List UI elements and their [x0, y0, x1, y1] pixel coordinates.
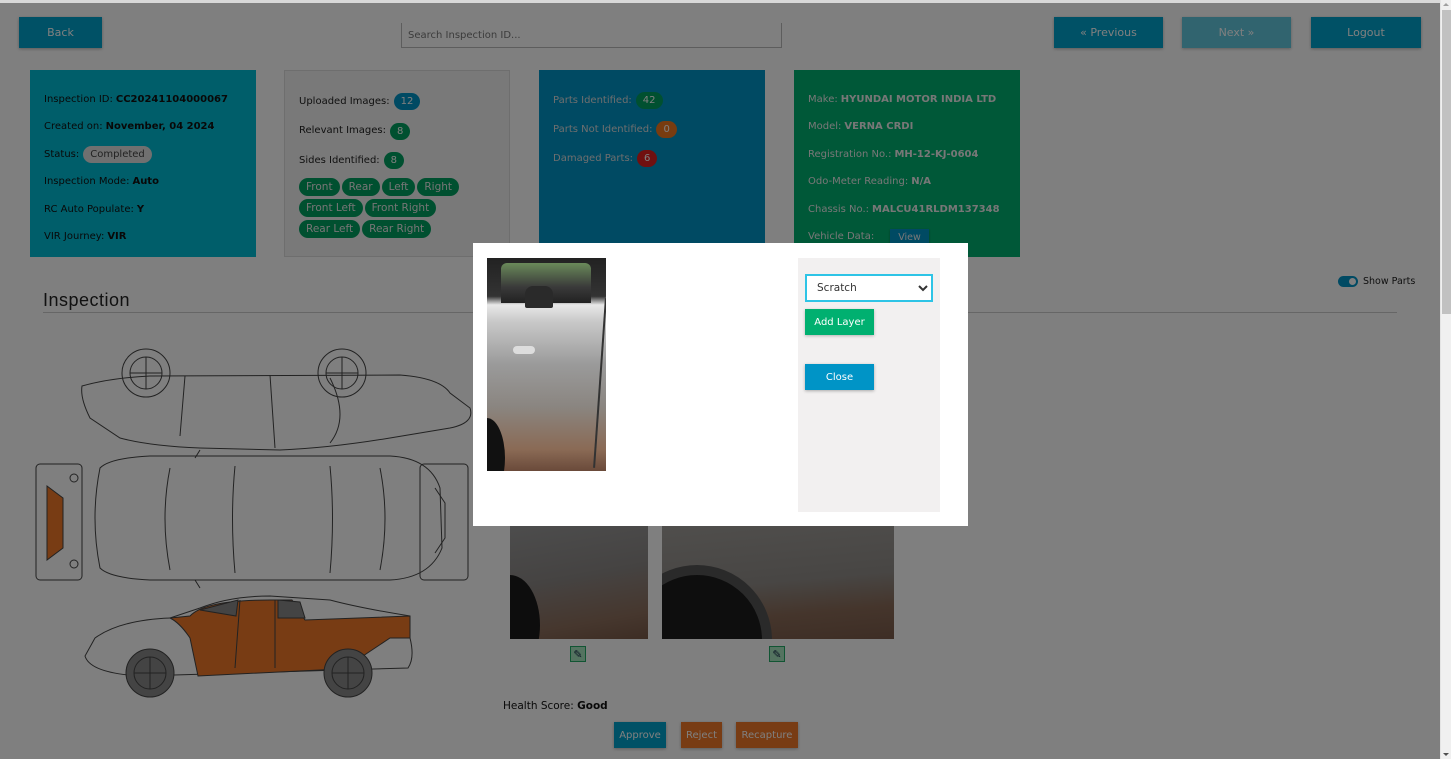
scroll-up-arrow-icon[interactable] [1443, 3, 1449, 6]
add-layer-button[interactable]: Add Layer [805, 309, 874, 335]
inspection-page: Back « Previous Next » Logout Inspection… [0, 0, 1440, 759]
wheel-shape [487, 418, 505, 471]
scrollbar-thumb[interactable] [1442, 10, 1451, 314]
door-seam-shape [593, 298, 606, 468]
damage-annotation-canvas[interactable] [487, 258, 606, 471]
close-button[interactable]: Close [805, 364, 874, 390]
scroll-down-arrow-icon[interactable] [1443, 753, 1449, 756]
door-handle-shape [513, 346, 535, 354]
vertical-scrollbar[interactable] [1440, 0, 1451, 759]
car-seat-shape [525, 286, 553, 308]
damage-annotation-modal: Scratch Add Layer Close [473, 243, 968, 526]
damage-type-select[interactable]: Scratch [805, 274, 933, 302]
annotation-controls: Scratch Add Layer Close [798, 258, 940, 512]
